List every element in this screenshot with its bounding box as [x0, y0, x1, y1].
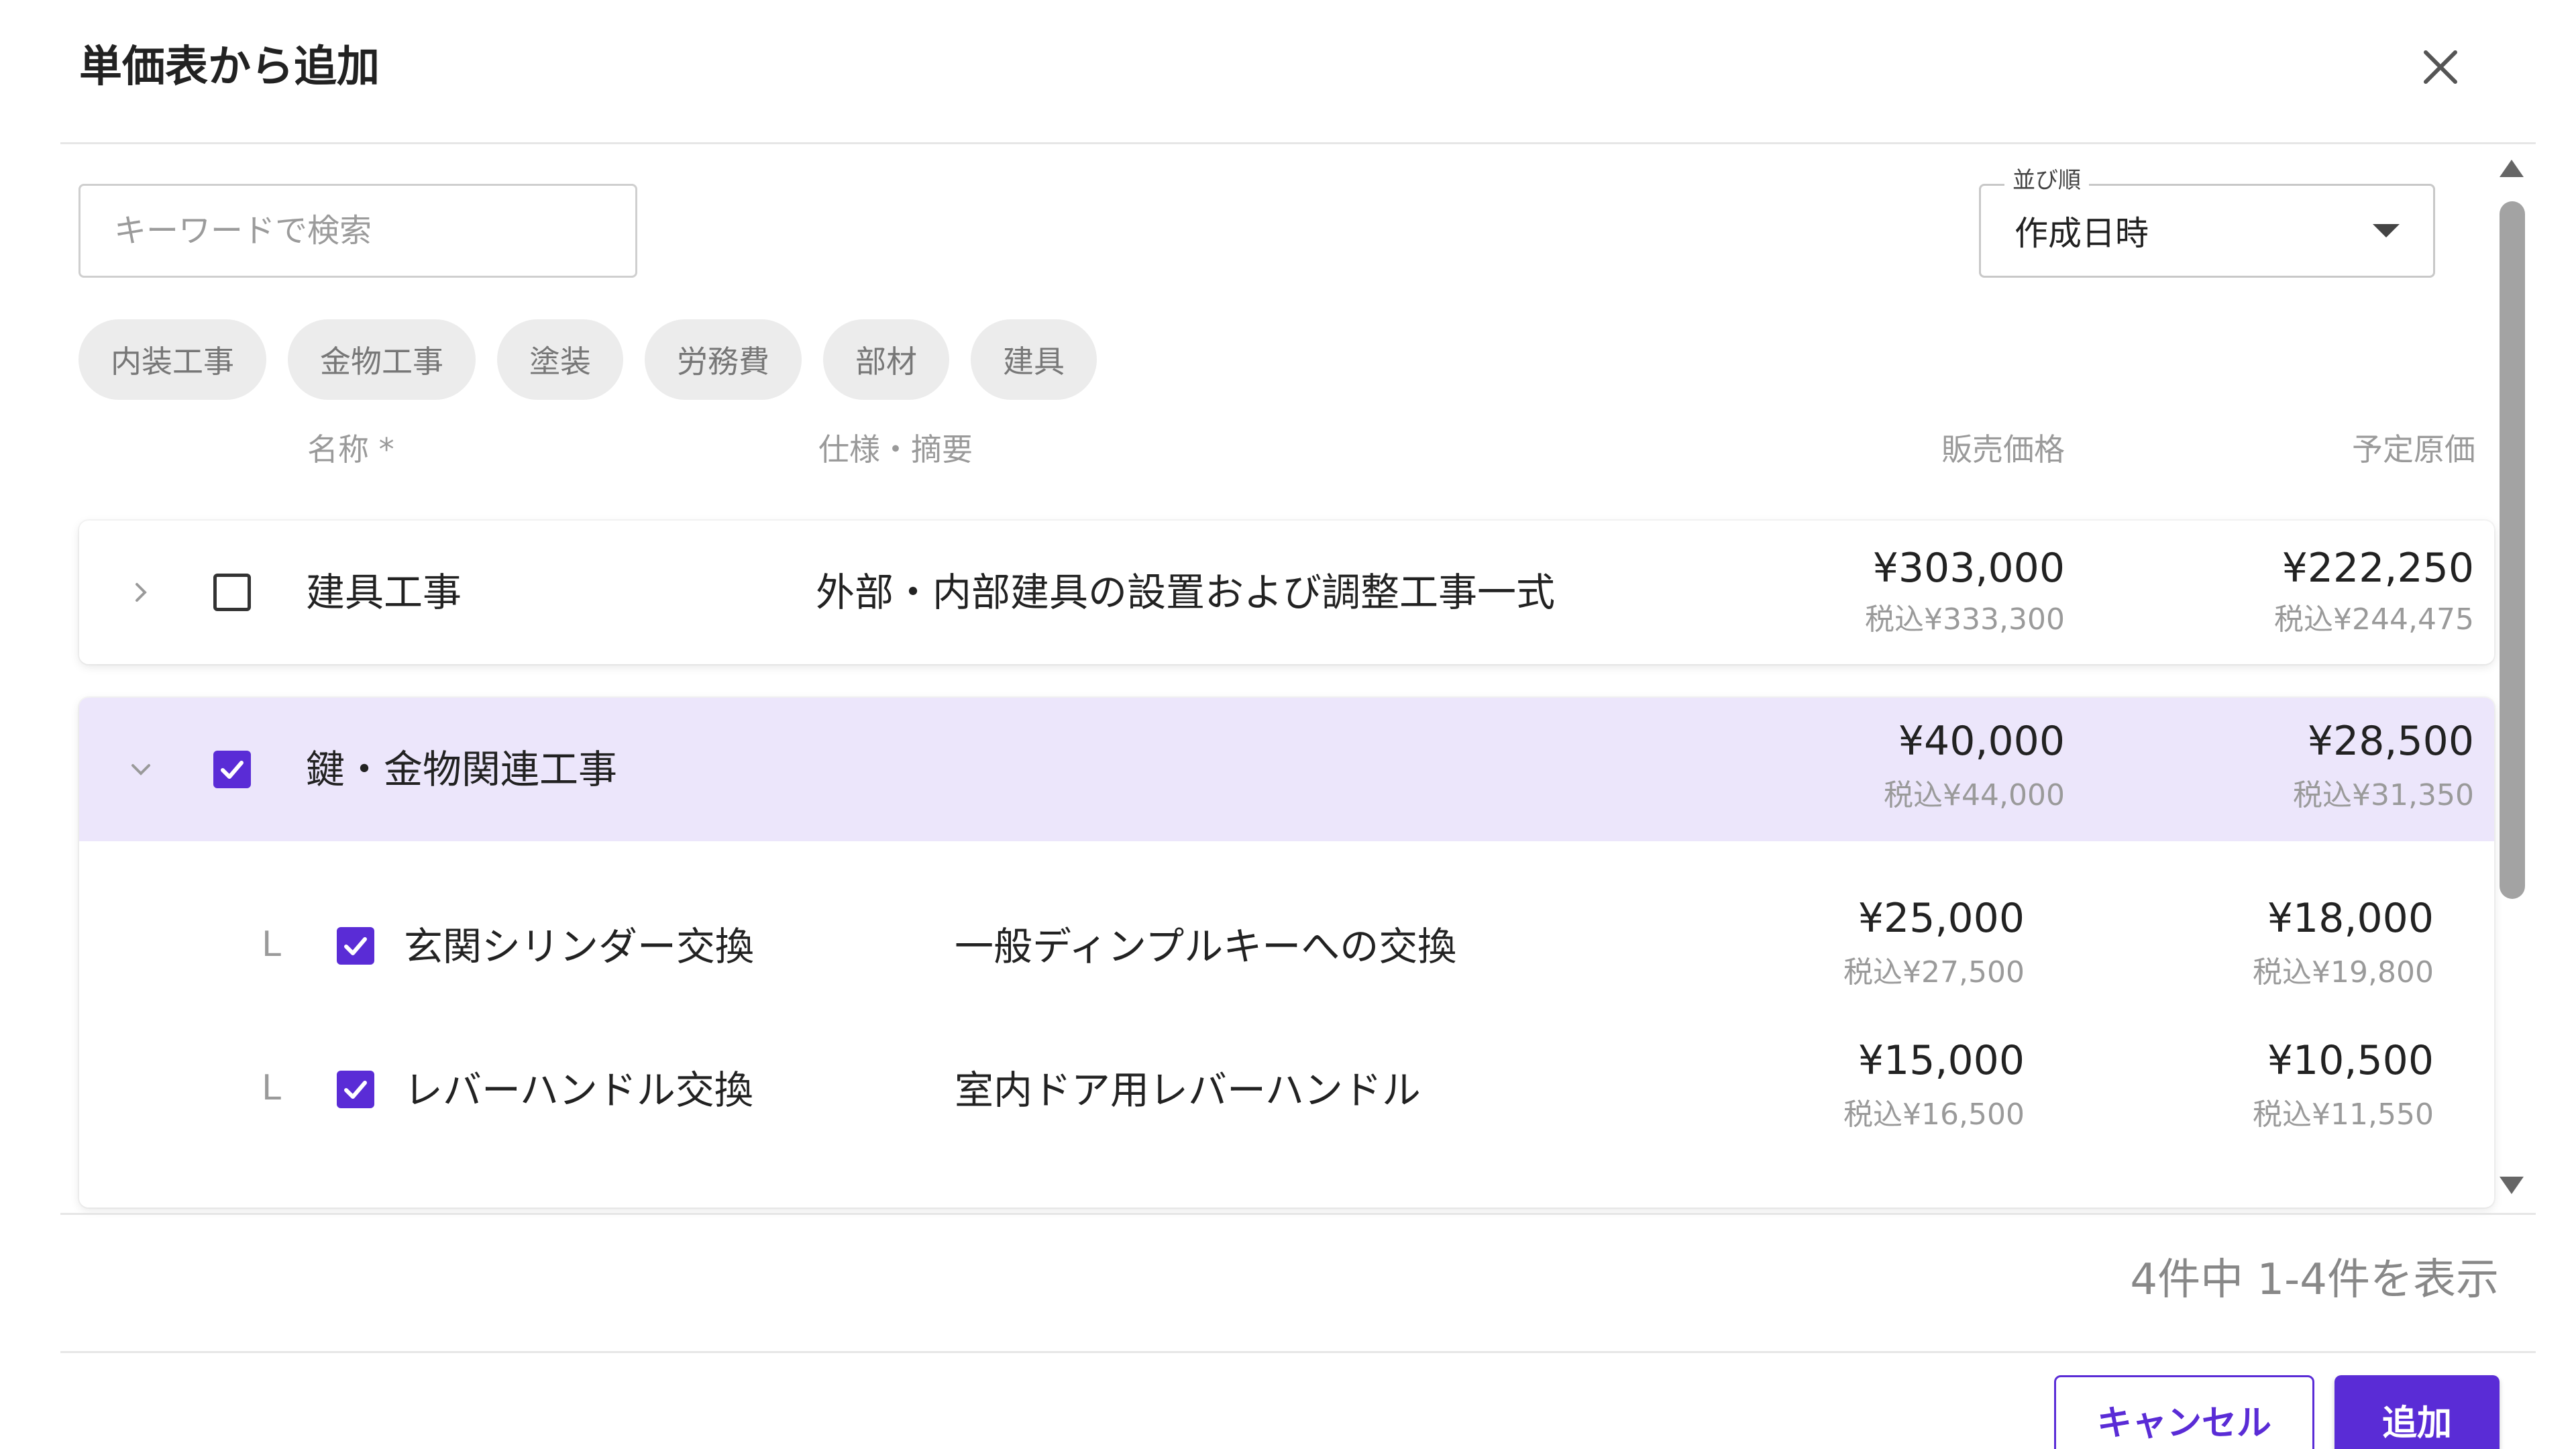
check-icon: [221, 761, 244, 779]
close-icon[interactable]: [2420, 47, 2461, 87]
dialog-title: 単価表から追加: [79, 42, 380, 92]
row-name: 建具工事: [306, 570, 462, 615]
row-checkbox[interactable]: [213, 574, 251, 611]
column-header-spec: 仕様・摘要: [818, 431, 973, 468]
expand-button[interactable]: [121, 572, 161, 612]
list-bottom-divider: [60, 1213, 2536, 1215]
scroll-down-icon[interactable]: [2497, 1173, 2526, 1199]
search-field[interactable]: [78, 184, 637, 278]
table-row-group: 鍵・金物関連工事 ¥40,000 税込¥44,000 ¥28,500 税込¥31…: [79, 698, 2494, 1208]
child-row-spec: 一般ディンプルキーへの交換: [955, 924, 1457, 969]
child-sale-price: ¥25,000: [1858, 895, 2025, 942]
sale-price: ¥40,000: [1898, 718, 2065, 765]
cost-price-tax: 税込¥244,475: [2274, 602, 2474, 637]
chip-painting[interactable]: 塗装: [497, 319, 623, 400]
child-sale-price-tax: 税込¥16,500: [1843, 1097, 2025, 1132]
child-indent-mark: L: [262, 1068, 281, 1108]
column-header-name: 名称 *: [307, 431, 394, 468]
child-row-checkbox[interactable]: [337, 1071, 374, 1108]
cost-price: ¥28,500: [2307, 718, 2474, 765]
child-sale-price: ¥15,000: [1858, 1037, 2025, 1084]
footer-divider: [60, 1351, 2536, 1353]
child-cost-price: ¥18,000: [2267, 895, 2434, 942]
add-button[interactable]: 追加: [2334, 1375, 2500, 1449]
close-button[interactable]: [2415, 42, 2466, 93]
chevron-down-icon[interactable]: [127, 759, 154, 780]
cancel-button[interactable]: キャンセル: [2054, 1375, 2314, 1449]
child-row-name: レバーハンドル交換: [404, 1067, 753, 1113]
sale-price-tax: 税込¥333,300: [1865, 602, 2065, 637]
row-name: 鍵・金物関連工事: [306, 747, 618, 792]
check-icon: [344, 1081, 367, 1099]
header-divider: [60, 142, 2536, 144]
child-row-checkbox[interactable]: [337, 927, 374, 965]
search-input[interactable]: [114, 212, 602, 250]
row-spec: 外部・内部建具の設置および調整工事一式: [816, 570, 1556, 615]
chip-interior[interactable]: 内装工事: [78, 319, 266, 400]
child-row[interactable]: L レバーハンドル交換 室内ドア用レバーハンドル ¥15,000 税込¥16,5…: [79, 1022, 2494, 1157]
child-indent-mark: L: [262, 924, 281, 965]
child-cost-price: ¥10,500: [2267, 1037, 2434, 1084]
check-icon: [344, 937, 367, 955]
chip-materials[interactable]: 部材: [823, 319, 949, 400]
sale-price-tax: 税込¥44,000: [1884, 778, 2065, 812]
child-sale-price-tax: 税込¥27,500: [1843, 955, 2025, 989]
column-header-sale[interactable]: 販売価格: [1811, 429, 2065, 470]
collapse-button[interactable]: [121, 749, 161, 790]
table-row[interactable]: 建具工事 外部・内部建具の設置および調整工事一式 ¥303,000 税込¥333…: [79, 521, 2494, 664]
column-header-cost[interactable]: 予定原価: [2214, 429, 2475, 470]
sort-select[interactable]: 作成日時: [1979, 184, 2435, 278]
category-chips: 内装工事 金物工事 塗装 労務費 部材 建具: [78, 319, 1097, 400]
cost-price-tax: 税込¥31,350: [2293, 778, 2474, 812]
child-row-spec: 室内ドア用レバーハンドル: [955, 1067, 1421, 1113]
scrollbar-thumb[interactable]: [2500, 201, 2525, 899]
child-row-name: 玄関シリンダー交換: [404, 924, 755, 969]
sort-value: 作成日時: [2015, 214, 2149, 253]
chip-fittings[interactable]: 建具: [971, 319, 1097, 400]
cost-price: ¥222,250: [2282, 545, 2474, 592]
scroll-up-icon[interactable]: [2497, 154, 2526, 181]
chip-labor[interactable]: 労務費: [645, 319, 802, 400]
pagination-info: 4件中 1-4件を表示: [2130, 1255, 2499, 1305]
child-row[interactable]: L 玄関シリンダー交換 一般ディンプルキーへの交換 ¥25,000 税込¥27,…: [79, 879, 2494, 1013]
sort-label: 並び順: [2004, 164, 2089, 197]
sale-price: ¥303,000: [1872, 545, 2065, 592]
dropdown-caret-icon: [2373, 224, 2400, 237]
child-cost-price-tax: 税込¥11,550: [2253, 1097, 2434, 1132]
row-checkbox[interactable]: [213, 751, 251, 788]
table-row[interactable]: 鍵・金物関連工事 ¥40,000 税込¥44,000 ¥28,500 税込¥31…: [79, 698, 2494, 841]
chevron-right-icon[interactable]: [131, 579, 151, 606]
chip-hardware[interactable]: 金物工事: [288, 319, 476, 400]
child-cost-price-tax: 税込¥19,800: [2253, 955, 2434, 989]
